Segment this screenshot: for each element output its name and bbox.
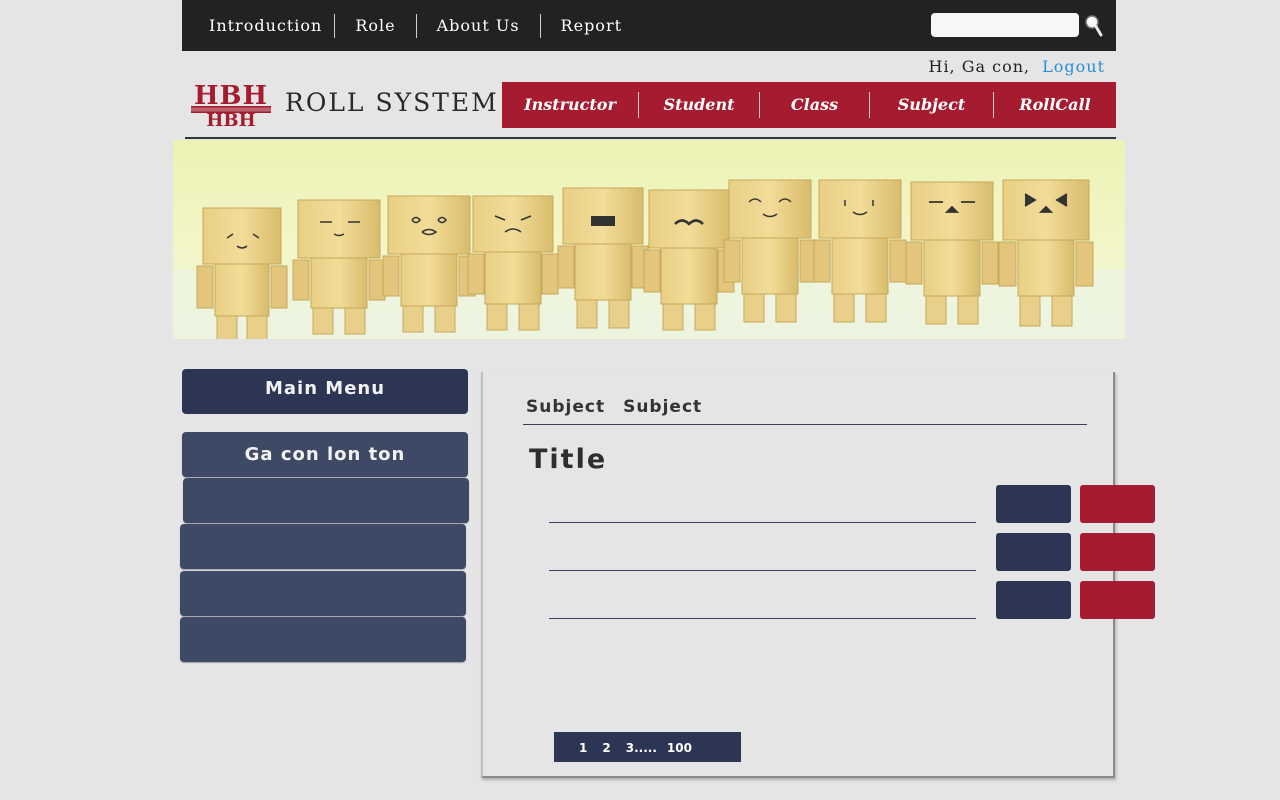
page-link-last[interactable]: 100 — [667, 741, 692, 755]
top-nav-report[interactable]: Report — [539, 13, 642, 38]
brand-title: ROLL SYSTEM — [285, 88, 499, 117]
search-input[interactable] — [931, 13, 1079, 37]
sidebar-item-5[interactable] — [180, 617, 466, 662]
nav-class[interactable]: Class — [759, 92, 869, 118]
top-nav-about-us[interactable]: About Us — [415, 13, 540, 38]
top-nav-role[interactable]: Role — [334, 13, 415, 38]
top-nav-introduction[interactable]: Introduction — [182, 14, 334, 38]
header-divider — [185, 137, 1116, 139]
breadcrumb-item[interactable]: Subject — [623, 397, 702, 417]
main-nav: Instructor Student Class Subject RollCal… — [502, 82, 1116, 128]
nav-student[interactable]: Student — [638, 92, 759, 118]
list-row-line — [549, 522, 976, 523]
greeting-text: Hi, Ga con, — [928, 57, 1031, 76]
row-delete-button[interactable] — [1080, 581, 1155, 619]
breadcrumb: Subject Subject — [526, 397, 720, 417]
breadcrumb-divider — [523, 424, 1087, 425]
list-row-line — [549, 570, 976, 571]
page-title: Title — [529, 444, 608, 475]
logout-link[interactable]: Logout — [1042, 57, 1105, 76]
sidebar-item-4[interactable] — [180, 571, 466, 616]
hbh-logo: HBH HBH — [191, 81, 271, 131]
page-link-2[interactable]: 2 — [602, 741, 610, 755]
row-edit-button[interactable] — [996, 581, 1071, 619]
top-bar: Introduction Role About Us Report — [182, 0, 1116, 51]
top-nav: Introduction Role About Us Report — [182, 0, 642, 51]
nav-subject[interactable]: Subject — [869, 92, 993, 118]
nav-instructor[interactable]: Instructor — [502, 92, 638, 118]
pagination-ellipsis: ..... — [634, 741, 657, 755]
row-delete-button[interactable] — [1080, 533, 1155, 571]
pagination: 1 2 3..... 100 — [554, 732, 741, 762]
sidebar-item-ga-con-lon-ton[interactable]: Ga con lon ton — [182, 432, 468, 477]
main-menu-header: Main Menu — [182, 369, 468, 414]
row-edit-button[interactable] — [996, 485, 1071, 523]
search-icon — [1085, 15, 1103, 37]
banner-image — [173, 140, 1125, 339]
svg-text:HBH: HBH — [206, 110, 255, 131]
list-row-line — [549, 618, 976, 619]
nav-rollcall[interactable]: RollCall — [993, 92, 1116, 118]
search-button[interactable] — [1082, 13, 1106, 39]
sidebar-item-2[interactable] — [183, 478, 469, 523]
sidebar-item-3[interactable] — [180, 524, 466, 569]
row-delete-button[interactable] — [1080, 485, 1155, 523]
page-link-3[interactable]: 3 — [626, 741, 634, 755]
content-panel — [481, 372, 1115, 778]
page-link-1[interactable]: 1 — [579, 741, 587, 755]
breadcrumb-item[interactable]: Subject — [526, 397, 605, 417]
user-greeting: Hi, Ga con, Logout — [928, 57, 1105, 76]
row-edit-button[interactable] — [996, 533, 1071, 571]
